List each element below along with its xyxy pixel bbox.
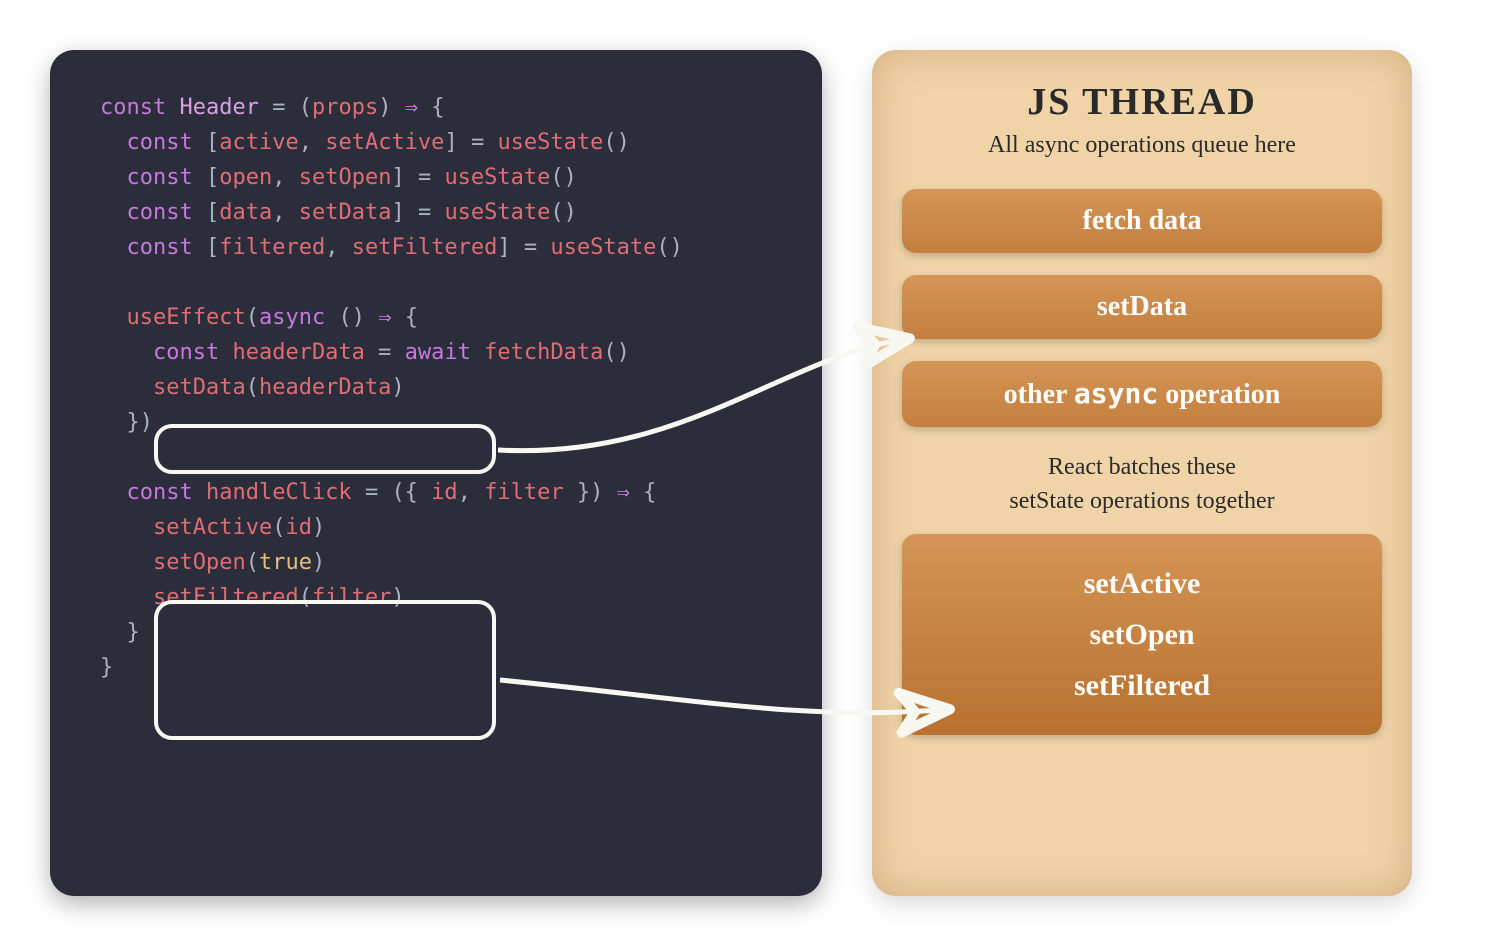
code-line: setData(headerData) bbox=[100, 370, 772, 405]
code-line bbox=[100, 265, 772, 300]
code-line: const [active, setActive] = useState() bbox=[100, 125, 772, 160]
thread-panel: JS THREAD All async operations queue her… bbox=[872, 50, 1412, 896]
code-line: } bbox=[100, 615, 772, 650]
batch-box: setActivesetOpensetFiltered bbox=[902, 534, 1382, 735]
batch-item: setOpen bbox=[922, 609, 1362, 660]
code-line bbox=[100, 440, 772, 475]
diagram-container: const Header = (props) ⇒ { const [active… bbox=[0, 0, 1493, 946]
code-line: useEffect(async () ⇒ { bbox=[100, 300, 772, 335]
code-line: const headerData = await fetchData() bbox=[100, 335, 772, 370]
code-line: const [data, setData] = useState() bbox=[100, 195, 772, 230]
batch-item: setFiltered bbox=[922, 660, 1362, 711]
code-line: setOpen(true) bbox=[100, 545, 772, 580]
code-line: const Header = (props) ⇒ { bbox=[100, 90, 772, 125]
queue-item: fetch data bbox=[902, 189, 1382, 253]
code-line: const handleClick = ({ id, filter }) ⇒ { bbox=[100, 475, 772, 510]
code-line: const [filtered, setFiltered] = useState… bbox=[100, 230, 772, 265]
batch-label: React batches thesesetState operations t… bbox=[902, 451, 1382, 518]
code-panel: const Header = (props) ⇒ { const [active… bbox=[50, 50, 822, 896]
code-line: setActive(id) bbox=[100, 510, 772, 545]
batch-item: setActive bbox=[922, 558, 1362, 609]
thread-title: JS THREAD bbox=[902, 80, 1382, 124]
code-line: } bbox=[100, 650, 772, 685]
code-line: const [open, setOpen] = useState() bbox=[100, 160, 772, 195]
thread-subtitle: All async operations queue here bbox=[902, 132, 1382, 159]
code-line: setFiltered(filter) bbox=[100, 580, 772, 615]
queue-item: other async operation bbox=[902, 361, 1382, 427]
queue-item: setData bbox=[902, 275, 1382, 339]
code-line: }) bbox=[100, 405, 772, 440]
